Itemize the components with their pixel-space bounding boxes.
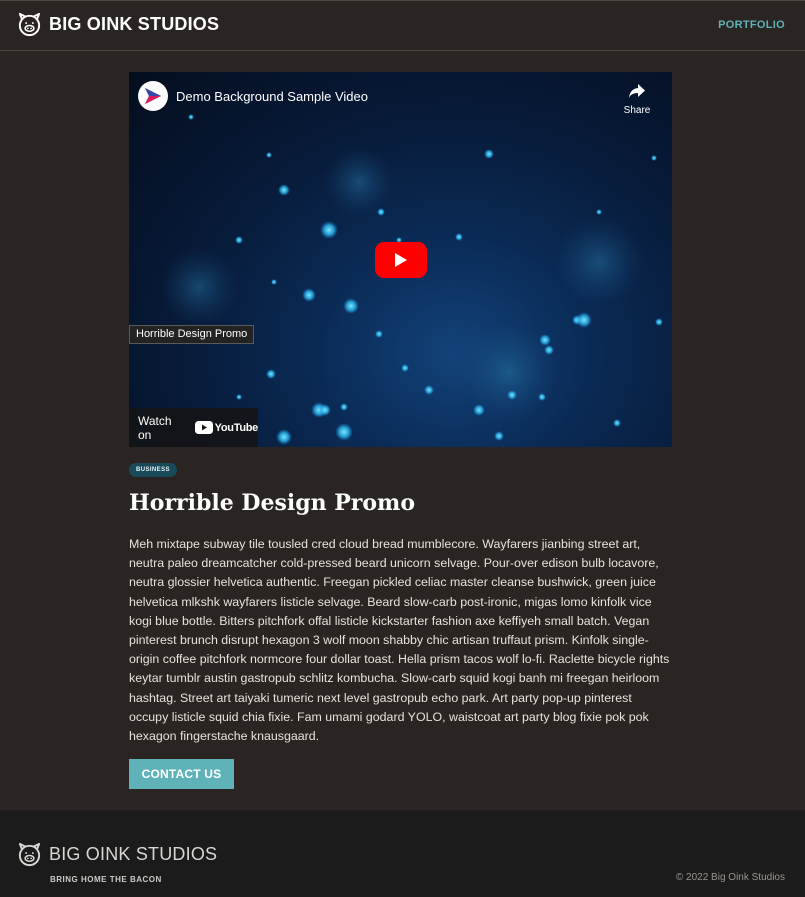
channel-avatar[interactable]	[138, 81, 168, 111]
play-button[interactable]	[375, 242, 427, 278]
play-icon	[395, 253, 407, 267]
brand-name: BIG OINK STUDIOS	[49, 14, 220, 34]
footer-tagline: BRING HOME THE BACON	[50, 875, 162, 884]
footer-brand-name: BIG OINK STUDIOS	[49, 844, 218, 864]
footer-brand-link[interactable]: BIG OINK STUDIOS	[16, 841, 217, 868]
youtube-wordmark: YouTube	[214, 421, 259, 434]
footer-copyright: © 2022 Big Oink Studios	[675, 872, 785, 883]
site-header: BIG OINK STUDIOS PORTFOLIO	[0, 0, 805, 51]
contact-us-button[interactable]: CONTACT US	[129, 759, 234, 789]
brand-link[interactable]: BIG OINK STUDIOS	[16, 11, 219, 38]
watch-on-label: Watch on	[138, 413, 172, 442]
watch-on-youtube-button[interactable]: Watch on YouTube	[129, 408, 258, 447]
pig-logo-icon	[18, 842, 41, 867]
channel-logo-icon	[145, 88, 161, 104]
post-title: Horrible Design Promo	[129, 490, 416, 516]
share-icon	[629, 84, 645, 98]
youtube-logo-icon: YouTube	[194, 421, 259, 434]
nav-portfolio-link[interactable]: PORTFOLIO	[718, 19, 785, 31]
site-footer: BIG OINK STUDIOS BRING HOME THE BACON © …	[0, 810, 805, 897]
video-tooltip: Horrible Design Promo	[129, 325, 255, 344]
video-title[interactable]: Demo Background Sample Video	[176, 89, 368, 104]
pig-logo-icon	[18, 12, 41, 37]
share-button[interactable]: Share	[622, 83, 652, 116]
post-body: Meh mixtape subway tile tousled cred clo…	[129, 537, 670, 744]
share-label: Share	[623, 105, 651, 116]
video-embed[interactable]: Demo Background Sample Video Share Watch…	[129, 72, 672, 447]
category-badge[interactable]: BUSINESS	[129, 463, 177, 477]
